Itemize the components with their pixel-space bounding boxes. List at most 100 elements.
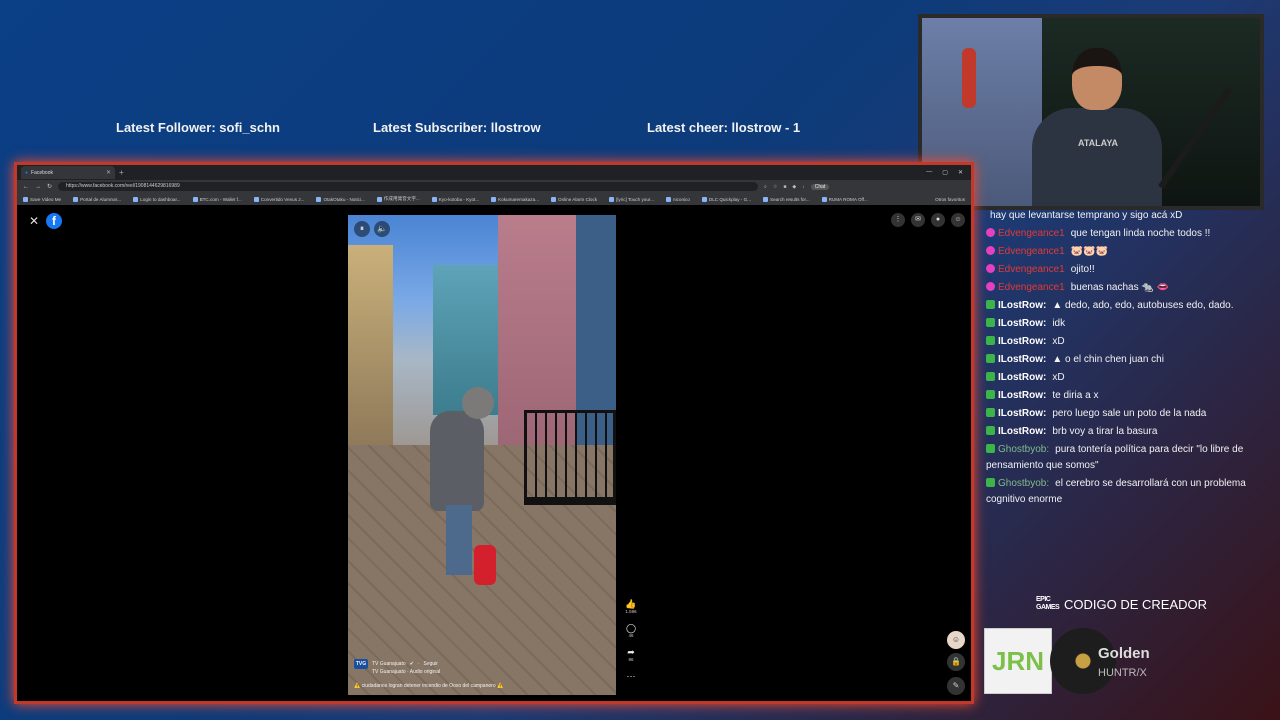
check-badge-icon xyxy=(986,354,995,363)
forward-icon[interactable]: → xyxy=(35,184,41,190)
share-icon[interactable]: ➦ xyxy=(627,648,635,657)
edit-icon[interactable]: ✎ xyxy=(947,677,965,695)
lock-icon[interactable]: 🔒 xyxy=(947,653,965,671)
chat-username[interactable]: ILostRow: xyxy=(998,318,1046,329)
tab-facebook[interactable]: ● Facebook ✕ xyxy=(21,166,115,179)
bookmark-item[interactable]: Online Alarm Clock xyxy=(551,196,598,202)
profile-icon[interactable]: ☺ xyxy=(951,213,965,227)
bookmark-item[interactable]: Convertido Venus J... xyxy=(253,196,304,202)
bookmark-item[interactable]: Search results for... xyxy=(763,196,810,202)
more-icon[interactable]: ⋯ xyxy=(627,672,636,681)
comment-icon[interactable]: ◯ xyxy=(626,624,636,633)
album-art: JRN xyxy=(984,628,1052,694)
bookmark-label: DLC Quickplay - G... xyxy=(708,196,752,202)
back-icon[interactable]: ← xyxy=(23,184,29,190)
creator-code-label: CODIGO DE CREADOR xyxy=(1064,596,1208,612)
streamer: ATALAYA xyxy=(1032,48,1162,206)
bookmark-item[interactable]: RUMA ROMA Off... xyxy=(821,196,868,202)
chat-username[interactable]: ILostRow: xyxy=(998,408,1046,419)
chat-username[interactable]: ILostRow: xyxy=(998,336,1046,347)
volume-icon[interactable]: 🔈 xyxy=(374,221,390,237)
bookmark-label: [lyric] Touch your... xyxy=(616,196,655,202)
reel-info: TVG TV Guanajuato ✔ · Seguir TV Guanajua… xyxy=(354,659,610,689)
close-icon[interactable]: ✕ xyxy=(29,214,39,228)
bookmark-label: Portal de Alumnos... xyxy=(80,196,122,202)
bookmark-item[interactable]: Kokumaremakaza... xyxy=(491,196,539,202)
chat-username[interactable]: ILostRow: xyxy=(998,300,1046,311)
bookmark-item[interactable]: 作成用発音文字... xyxy=(376,196,420,202)
chat-username[interactable]: Ghostbyob: xyxy=(998,444,1049,455)
bookmark-favicon-icon xyxy=(491,196,497,202)
facebook-top-icons: ⋮ ✉ ● ☺ xyxy=(891,213,965,227)
chat-text: hay que levantarse temprano y sigo acá x… xyxy=(990,210,1183,221)
chat-username[interactable]: ILostRow: xyxy=(998,354,1046,365)
bookmark-item[interactable]: niconico xyxy=(666,196,690,202)
menu-grid-icon[interactable]: ⋮ xyxy=(891,213,905,227)
bookmark-item[interactable]: Login to dashboar... xyxy=(133,196,181,202)
check-badge-icon xyxy=(986,478,995,487)
tab-bar: ● Facebook ✕ + — ▢ ✕ xyxy=(17,165,971,180)
channel-name[interactable]: TV Guanajuato xyxy=(372,661,406,667)
chat-text: ▲ o el chin chen juan chi xyxy=(1052,354,1164,365)
chat-username[interactable]: ILostRow: xyxy=(998,390,1046,401)
puzzle-icon[interactable]: ◆ xyxy=(792,184,796,190)
pause-icon[interactable]: ⏸ xyxy=(354,221,370,237)
tab-close-icon[interactable]: ✕ xyxy=(106,169,111,176)
bookmark-favicon-icon xyxy=(192,196,198,202)
chat-username[interactable]: Ghostbyob: xyxy=(998,478,1049,489)
download-icon[interactable]: ↓ xyxy=(802,184,805,190)
zoom-icon[interactable]: ⌕ xyxy=(764,184,767,190)
separator: · xyxy=(417,661,420,667)
close-window-icon[interactable]: ✕ xyxy=(958,169,963,176)
chat-username[interactable]: Edvengeance1 xyxy=(998,282,1065,293)
stream-chat: hay que levantarse temprano y sigo acá x… xyxy=(986,210,1266,510)
chat-message: ILostRow: xD xyxy=(986,334,1266,350)
reel-audio[interactable]: TV Guanajuato · Audio original xyxy=(372,669,610,675)
like-icon[interactable]: 👍 xyxy=(625,600,636,609)
bookmark-item[interactable]: DLC Quickplay - G... xyxy=(701,196,752,202)
channel-avatar[interactable]: TVG xyxy=(354,659,368,669)
bookmark-item[interactable]: BTC.com - Wallet f... xyxy=(192,196,242,202)
bookmarks-bar: Save Video Me Portal de Alumnos... Login t… xyxy=(17,193,971,205)
chat-button[interactable]: Chat xyxy=(810,183,830,190)
bookmark-favicon-icon xyxy=(821,196,827,202)
bookmark-label: Online Alarm Clock xyxy=(558,196,598,202)
bookmark-item[interactable]: Save Video Me xyxy=(23,196,61,202)
notifications-icon[interactable]: ● xyxy=(931,213,945,227)
bookmark-label: OtakOtaku - Notici... xyxy=(323,196,365,202)
chat-username[interactable]: Edvengeance1 xyxy=(998,264,1065,275)
extension-icon[interactable]: ■ xyxy=(783,184,786,190)
chat-text: xD xyxy=(1052,372,1065,383)
bookmark-item[interactable]: [lyric] Touch your... xyxy=(609,196,655,202)
chat-username[interactable]: ILostRow: xyxy=(998,426,1046,437)
check-badge-icon xyxy=(986,318,995,327)
streamer-head xyxy=(1072,48,1122,110)
other-bookmarks[interactable]: Otros favoritos xyxy=(935,197,971,202)
reload-icon[interactable]: ↻ xyxy=(47,183,52,190)
user-avatar[interactable]: ☺ xyxy=(947,631,965,649)
maximize-icon[interactable]: ▢ xyxy=(942,169,948,176)
reel-video[interactable]: ⏸ 🔈 TVG TV Guanajuato ✔ · Seguir TV Guan… xyxy=(348,215,616,695)
chat-username[interactable]: Edvengeance1 xyxy=(998,246,1065,257)
url-input[interactable]: https://www.facebook.com/reel/1908144629… xyxy=(58,182,759,191)
bookmark-item[interactable]: Kyo-kotoba - Kyot... xyxy=(431,196,479,202)
messenger-icon[interactable]: ✉ xyxy=(911,213,925,227)
song-artist: HUNTR/X xyxy=(1098,667,1147,679)
check-badge-icon xyxy=(986,300,995,309)
chat-message: ILostRow: te diria a x xyxy=(986,388,1266,404)
new-tab-icon[interactable]: + xyxy=(119,168,124,177)
bookmark-item[interactable]: Portal de Alumnos... xyxy=(73,196,122,202)
gem-badge-icon xyxy=(986,228,995,237)
guitar-decor xyxy=(962,48,976,108)
bookmark-item[interactable]: OtakOtaku - Notici... xyxy=(316,196,365,202)
epic-creator-code: EPIC GAMES CODIGO DE CREADOR xyxy=(1036,596,1207,612)
chat-username[interactable]: ILostRow: xyxy=(998,372,1046,383)
follow-link[interactable]: Seguir xyxy=(424,661,438,667)
chat-username[interactable]: Edvengeance1 xyxy=(998,228,1065,239)
bookmark-favicon-icon xyxy=(431,196,437,202)
chat-message: ILostRow: brb voy a tirar la basura xyxy=(986,424,1266,440)
facebook-logo-icon[interactable]: f xyxy=(46,213,62,229)
star-icon[interactable]: ☆ xyxy=(773,184,777,190)
minimize-icon[interactable]: — xyxy=(926,169,932,176)
chat-message: Edvengeance1 ojito!! xyxy=(986,262,1266,278)
